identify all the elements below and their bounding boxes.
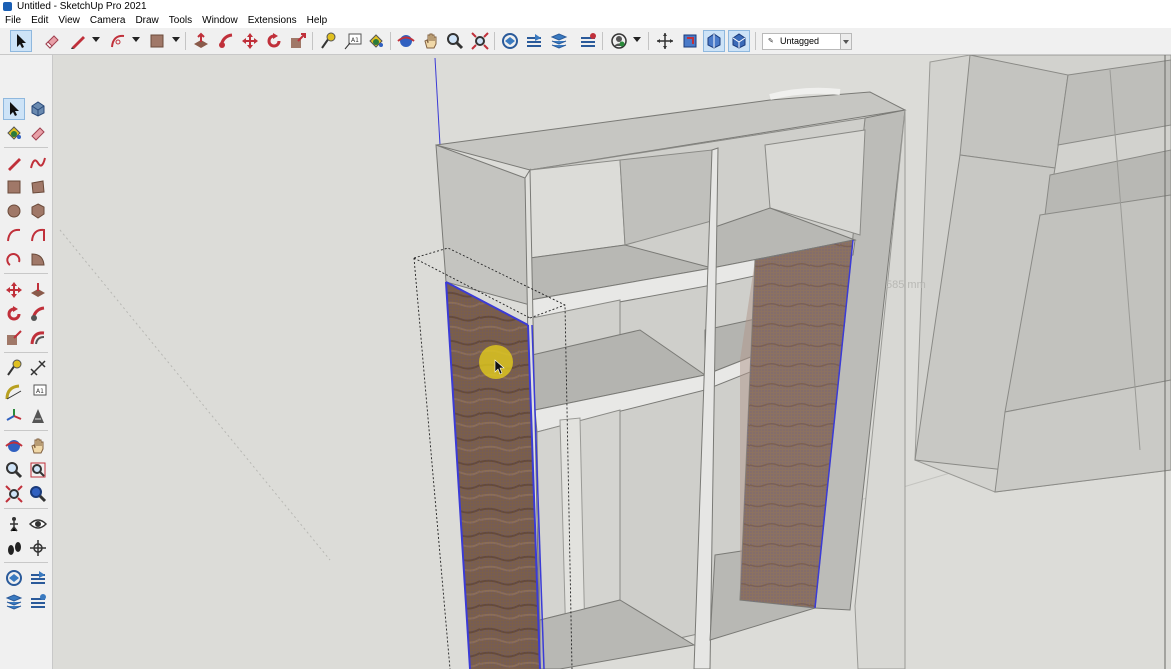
svg-text:A1: A1 [36, 388, 44, 395]
pie-icon[interactable] [28, 249, 48, 269]
warehouse-share-icon[interactable] [524, 31, 544, 51]
rotated-rectangle-icon[interactable] [28, 177, 48, 197]
blue-axis-line [434, 57, 441, 146]
text-icon[interactable]: A1 [28, 382, 48, 402]
zoom-window-icon[interactable] [28, 460, 48, 480]
user-account-icon[interactable] [609, 31, 629, 51]
tape-measure-icon[interactable] [4, 358, 24, 378]
axes-icon[interactable] [4, 406, 24, 426]
paint-bucket-icon[interactable] [366, 31, 386, 51]
menu-tools[interactable]: Tools [164, 13, 197, 28]
move-icon[interactable] [4, 280, 24, 300]
pan-icon[interactable] [28, 436, 48, 456]
menu-extensions[interactable]: Extensions [243, 13, 302, 28]
menu-draw[interactable]: Draw [130, 13, 163, 28]
make-component-icon[interactable] [28, 99, 48, 119]
menu-camera[interactable]: Camera [85, 13, 131, 28]
3d-text-icon[interactable] [28, 406, 48, 426]
select-icon[interactable] [10, 30, 32, 52]
circle-icon[interactable] [4, 201, 24, 221]
rotate-icon[interactable] [264, 31, 284, 51]
push-pull-icon[interactable] [28, 280, 48, 300]
background-cabinet [914, 55, 1171, 669]
line-icon[interactable] [4, 153, 24, 173]
scale-icon[interactable] [288, 31, 308, 51]
large-tool-set: A1 [0, 55, 53, 669]
line-pencil-icon[interactable] [68, 31, 88, 51]
dimension-icon[interactable] [28, 358, 48, 378]
arc-icon[interactable] [108, 31, 128, 51]
sketchup-logo-icon [3, 2, 12, 11]
freehand-icon[interactable] [28, 153, 48, 173]
select-icon[interactable] [3, 98, 25, 120]
section-plane-icon[interactable] [680, 31, 700, 51]
eraser-icon[interactable] [42, 31, 62, 51]
rotate-icon[interactable] [4, 304, 24, 324]
position-camera-icon[interactable] [4, 514, 24, 534]
top-toolbar: A1 [0, 28, 1171, 55]
display-section-cuts-icon[interactable] [728, 30, 750, 52]
section-plane-icon[interactable] [28, 538, 48, 558]
menu-view[interactable]: View [53, 13, 85, 28]
orbit-icon[interactable] [396, 31, 416, 51]
layout-icon[interactable] [578, 31, 598, 51]
zoom-extents-icon[interactable] [4, 484, 24, 504]
scale-icon[interactable] [4, 328, 24, 348]
zoom-extents-icon[interactable] [470, 31, 490, 51]
move-icon[interactable] [240, 31, 260, 51]
warehouse-icon[interactable] [500, 31, 520, 51]
window-title: Untitled - SketchUp Pro 2021 [17, 1, 147, 12]
rectangle-dropdown-arrow[interactable] [172, 37, 180, 42]
pan-icon[interactable] [421, 31, 441, 51]
model-scene [59, 55, 1171, 669]
walk-icon[interactable] [4, 538, 24, 558]
rectangle-icon[interactable] [4, 177, 24, 197]
orbit-icon[interactable] [4, 436, 24, 456]
menu-file[interactable]: File [0, 13, 26, 28]
rectangle-icon[interactable] [147, 31, 167, 51]
extension-warehouse-icon[interactable] [549, 31, 569, 51]
push-pull-icon[interactable] [191, 31, 211, 51]
tag-select-value: Untagged [780, 36, 820, 46]
display-section-planes-icon[interactable] [703, 30, 725, 52]
zoom-icon[interactable] [4, 460, 24, 480]
offset-icon[interactable] [28, 328, 48, 348]
dimension-label: 585 mm [886, 279, 926, 291]
protractor-icon[interactable] [4, 382, 24, 402]
menu-help[interactable]: Help [302, 13, 333, 28]
user-account-dropdown-arrow[interactable] [633, 37, 641, 42]
text-icon[interactable]: A1 [343, 31, 363, 51]
look-around-icon[interactable] [28, 514, 48, 534]
polygon-icon[interactable] [28, 201, 48, 221]
layout-icon[interactable] [4, 592, 24, 612]
title-bar: Untitled - SketchUp Pro 2021 [0, 0, 1171, 13]
tag-pencil-icon: ✎ [768, 38, 774, 45]
arc-dropdown-arrow[interactable] [132, 37, 140, 42]
tag-select[interactable]: ✎ Untagged [762, 33, 852, 50]
eraser-icon[interactable] [28, 123, 48, 143]
zoom-icon[interactable] [445, 31, 465, 51]
three-point-arc-icon[interactable] [4, 249, 24, 269]
tape-measure-icon[interactable] [318, 31, 338, 51]
menu-edit[interactable]: Edit [26, 13, 53, 28]
axis-guide-line [59, 229, 331, 561]
modeling-viewport[interactable]: 585 mm [53, 55, 1171, 669]
position-camera-icon[interactable] [655, 31, 675, 51]
follow-me-icon[interactable] [28, 304, 48, 324]
arc-icon[interactable] [4, 225, 24, 245]
search-warehouse-icon[interactable] [28, 484, 48, 504]
menu-bar: File Edit View Camera Draw Tools Window … [0, 13, 1171, 28]
tag-select-dropdown-arrow[interactable] [840, 34, 851, 49]
svg-text:A1: A1 [351, 37, 359, 44]
line-dropdown-arrow[interactable] [92, 37, 100, 42]
extension-warehouse-icon[interactable] [28, 568, 48, 588]
wardrobe-model [413, 87, 907, 669]
menu-window[interactable]: Window [197, 13, 243, 28]
paint-bucket-icon[interactable] [4, 123, 24, 143]
warehouse-icon[interactable] [4, 568, 24, 588]
two-point-arc-icon[interactable] [28, 225, 48, 245]
follow-me-icon[interactable] [216, 31, 236, 51]
share-model-icon[interactable] [28, 592, 48, 612]
